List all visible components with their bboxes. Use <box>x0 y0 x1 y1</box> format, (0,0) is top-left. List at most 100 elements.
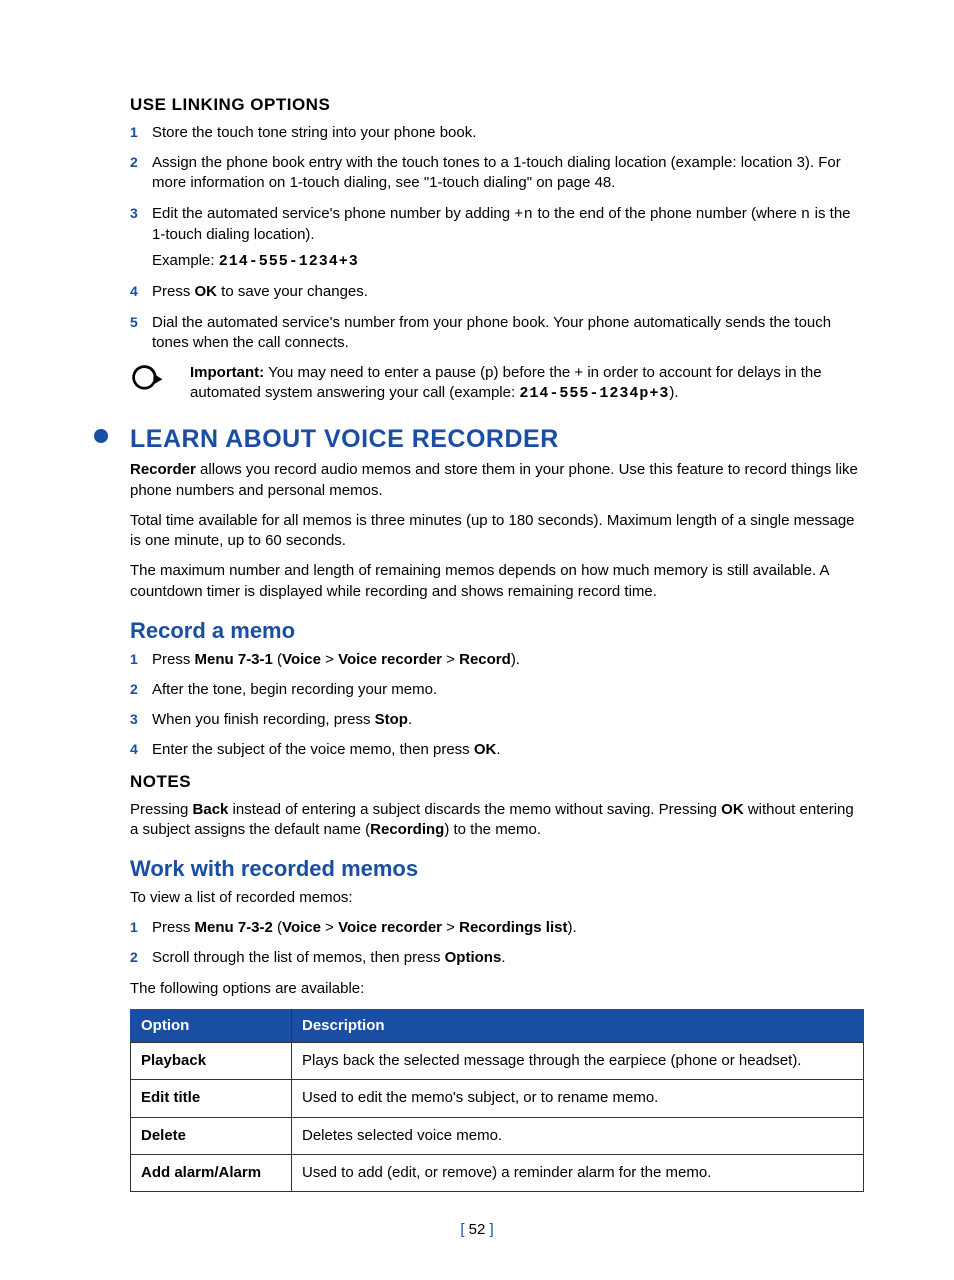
bold: Voice <box>282 919 321 936</box>
list-text: Dial the automated service's number from… <box>152 313 864 354</box>
list-number: 4 <box>130 740 152 760</box>
bold: Stop <box>375 711 408 728</box>
list-item: 4 Enter the subject of the voice memo, t… <box>130 740 864 760</box>
list-text: Press OK to save your changes. <box>152 282 864 302</box>
bold: Menu 7-3-1 <box>195 651 273 668</box>
list-item: 3 When you finish recording, press Stop. <box>130 710 864 730</box>
table-header-row: Option Description <box>131 1009 864 1042</box>
list-item: 5 Dial the automated service's number fr… <box>130 313 864 354</box>
text: You may need to enter a pause (p) before… <box>190 364 822 401</box>
text: allows you record audio memos and store … <box>130 461 858 498</box>
bullet-icon <box>94 429 108 443</box>
list-number: 1 <box>130 123 152 143</box>
list-number: 2 <box>130 948 152 968</box>
text: Edit the automated service's phone numbe… <box>152 205 514 222</box>
page-num-value: 52 <box>469 1221 486 1238</box>
text: > <box>321 919 338 936</box>
example-code: 214-555-1234+3 <box>219 253 359 270</box>
important-label: Important: <box>190 364 264 381</box>
table-row: DeleteDeletes selected voice memo. <box>131 1117 864 1154</box>
bold: Recordings list <box>459 919 567 936</box>
option-name: Delete <box>131 1117 292 1154</box>
list-text: Enter the subject of the voice memo, the… <box>152 740 864 760</box>
list-text: Store the touch tone string into your ph… <box>152 123 864 143</box>
text: Scroll through the list of memos, then p… <box>152 949 445 966</box>
text: Press <box>152 919 195 936</box>
th-option: Option <box>131 1009 292 1042</box>
list-item: 1 Store the touch tone string into your … <box>130 123 864 143</box>
list-text: After the tone, begin recording your mem… <box>152 680 864 700</box>
text: ). <box>669 384 678 401</box>
text: When you finish recording, press <box>152 711 375 728</box>
text: ( <box>273 919 282 936</box>
list-item: 1 Press Menu 7-3-2 (Voice > Voice record… <box>130 918 864 938</box>
text: instead of entering a subject discards t… <box>228 801 721 818</box>
list-text: Edit the automated service's phone numbe… <box>152 204 864 273</box>
bold: OK <box>195 283 218 300</box>
bold: Voice recorder <box>338 919 442 936</box>
list-number: 3 <box>130 204 152 273</box>
list-number: 3 <box>130 710 152 730</box>
text: ( <box>273 651 282 668</box>
paragraph: Total time available for all memos is th… <box>130 511 864 552</box>
code: +n <box>514 206 533 223</box>
bold: OK <box>721 801 744 818</box>
important-text: Important: You may need to enter a pause… <box>190 363 864 405</box>
list-item: 1 Press Menu 7-3-1 (Voice > Voice record… <box>130 650 864 670</box>
bold: Options <box>445 949 502 966</box>
page-number: [ 52 ] <box>90 1220 864 1240</box>
bold: Recording <box>370 821 444 838</box>
option-name: Add alarm/Alarm <box>131 1154 292 1191</box>
options-table: Option Description PlaybackPlays back th… <box>130 1009 864 1192</box>
text: ). <box>511 651 520 668</box>
option-name: Edit title <box>131 1080 292 1117</box>
example-line: Example: 214-555-1234+3 <box>152 251 864 272</box>
example-label: Example: <box>152 252 219 269</box>
list-item: 2 Assign the phone book entry with the t… <box>130 153 864 194</box>
option-description: Used to edit the memo's subject, or to r… <box>292 1080 864 1117</box>
paragraph: Recorder allows you record audio memos a… <box>130 460 864 501</box>
paragraph: The maximum number and length of remaini… <box>130 561 864 602</box>
bold: Voice recorder <box>338 651 442 668</box>
text: > <box>442 651 459 668</box>
list-number: 4 <box>130 282 152 302</box>
list-item: 4 Press OK to save your changes. <box>130 282 864 302</box>
record-memo-list: 1 Press Menu 7-3-1 (Voice > Voice record… <box>130 650 864 761</box>
heading-text: LEARN ABOUT VOICE RECORDER <box>130 425 559 453</box>
option-description: Deletes selected voice memo. <box>292 1117 864 1154</box>
list-number: 1 <box>130 650 152 670</box>
list-text: Press Menu 7-3-2 (Voice > Voice recorder… <box>152 918 864 938</box>
heading-use-linking-options: USE LINKING OPTIONS <box>130 94 864 117</box>
table-row: Add alarm/AlarmUsed to add (edit, or rem… <box>131 1154 864 1191</box>
option-name: Playback <box>131 1043 292 1080</box>
list-text: Assign the phone book entry with the tou… <box>152 153 864 194</box>
text: to the end of the phone number (where <box>533 205 801 222</box>
heading-notes: NOTES <box>130 771 864 794</box>
text: Pressing <box>130 801 193 818</box>
text: ). <box>567 919 576 936</box>
bracket: [ <box>460 1221 468 1238</box>
text: ) to the memo. <box>444 821 541 838</box>
list-item: 2 After the tone, begin recording your m… <box>130 680 864 700</box>
text: Enter the subject of the voice memo, the… <box>152 741 474 758</box>
bold: Menu 7-3-2 <box>195 919 273 936</box>
paragraph: To view a list of recorded memos: <box>130 888 864 908</box>
bold: Recorder <box>130 461 196 478</box>
list-item: 2 Scroll through the list of memos, then… <box>130 948 864 968</box>
table-row: PlaybackPlays back the selected message … <box>131 1043 864 1080</box>
list-number: 1 <box>130 918 152 938</box>
bracket: ] <box>485 1221 493 1238</box>
text: Press <box>152 283 195 300</box>
text: to save your changes. <box>217 283 368 300</box>
list-text: When you finish recording, press Stop. <box>152 710 864 730</box>
list-number: 5 <box>130 313 152 354</box>
code: 214-555-1234p+3 <box>519 385 669 402</box>
bold: Voice <box>282 651 321 668</box>
text: > <box>321 651 338 668</box>
list-text: Scroll through the list of memos, then p… <box>152 948 864 968</box>
bold: Back <box>193 801 229 818</box>
text: > <box>442 919 459 936</box>
notes-paragraph: Pressing Back instead of entering a subj… <box>130 800 864 841</box>
text: . <box>501 949 505 966</box>
paragraph: The following options are available: <box>130 979 864 999</box>
